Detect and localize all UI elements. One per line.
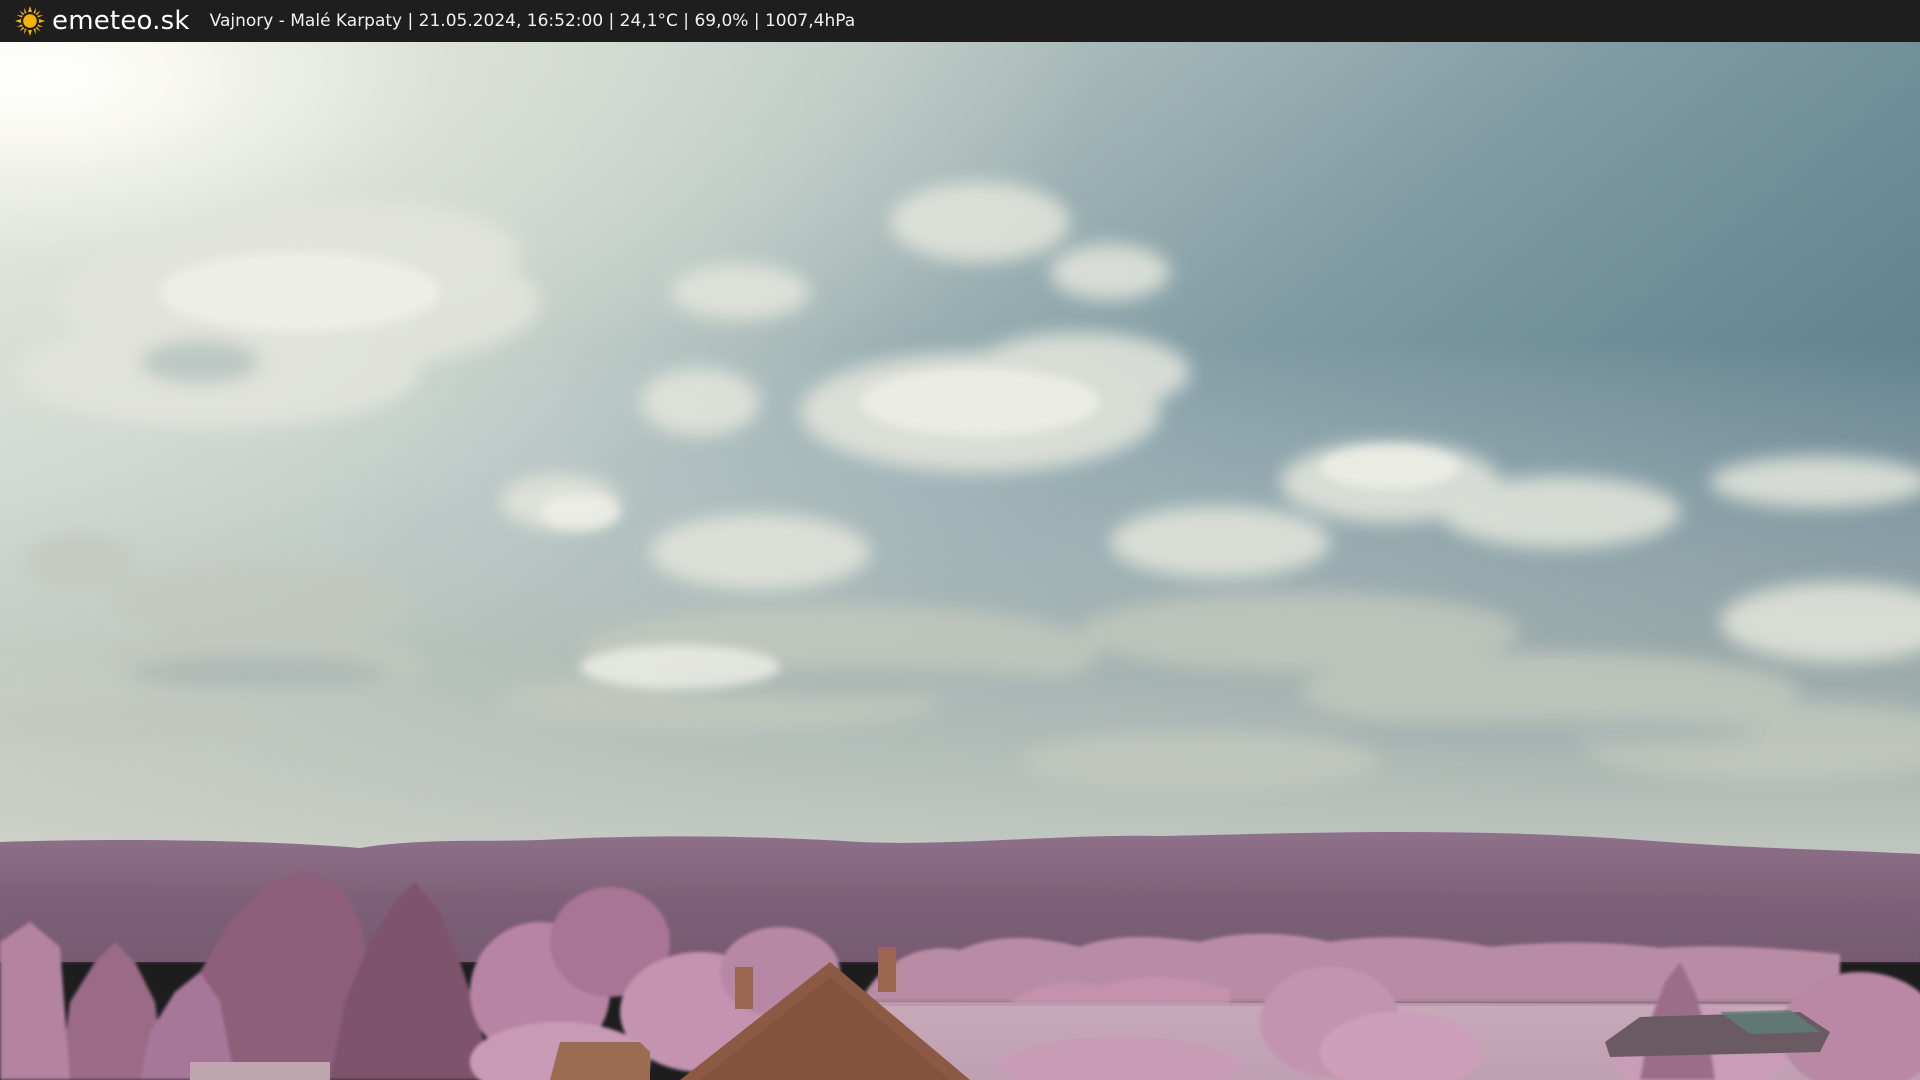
landscape-scene xyxy=(0,42,1920,1080)
sun-icon xyxy=(15,6,45,36)
webcam-image xyxy=(0,42,1920,1080)
station-readout: Vajnory - Malé Karpaty | 21.05.2024, 16:… xyxy=(209,11,856,31)
brand-name: emeteo.sk xyxy=(52,6,190,36)
webcam-frame: emeteo.sk Vajnory - Malé Karpaty | 21.05… xyxy=(0,0,1920,1080)
webcam-info-bar: emeteo.sk Vajnory - Malé Karpaty | 21.05… xyxy=(0,0,1920,42)
emeteo-logo[interactable]: emeteo.sk xyxy=(14,0,190,42)
